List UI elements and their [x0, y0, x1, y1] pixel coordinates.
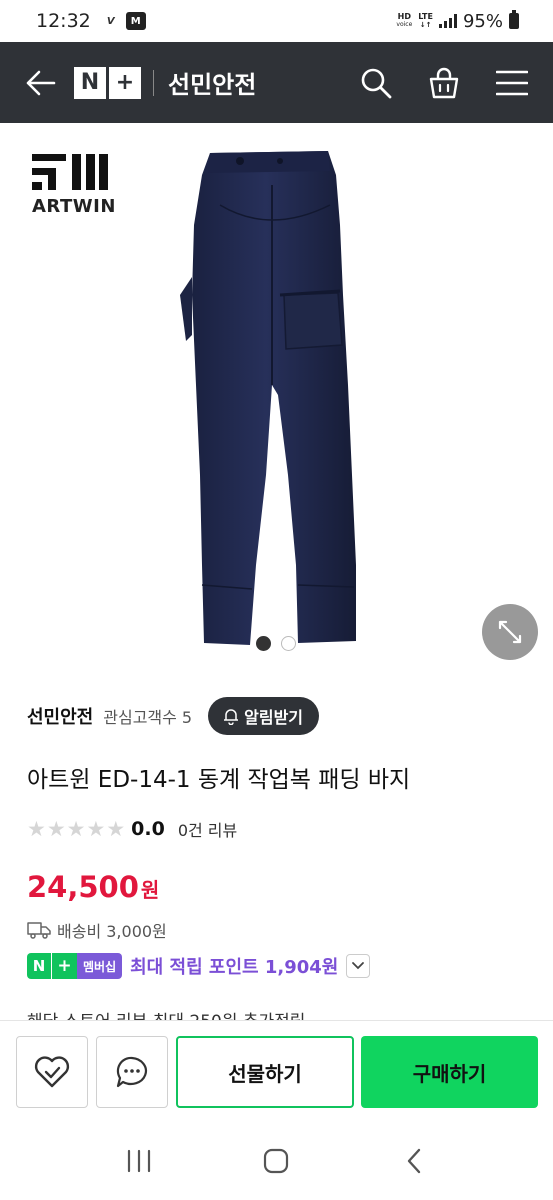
star-icon: ★	[66, 817, 86, 841]
signal-icon	[438, 14, 457, 28]
arrow-left-icon	[26, 70, 56, 95]
shipping-fee: 배송비 3,000원	[57, 922, 167, 941]
gift-button[interactable]: 선물하기	[176, 1036, 354, 1108]
header-divider	[153, 69, 154, 96]
app-notification-icon: V	[106, 15, 115, 27]
notify-button[interactable]: 알림받기	[208, 697, 320, 735]
star-icon: ★	[86, 817, 106, 841]
battery-percent: 95%	[462, 10, 503, 32]
carousel-dot-active[interactable]	[256, 636, 271, 651]
price-value: 24,500	[27, 870, 139, 904]
search-icon	[361, 68, 392, 98]
search-button[interactable]	[359, 66, 393, 100]
header-actions	[359, 66, 529, 100]
shopping-bag-icon	[429, 67, 459, 98]
rating-value: 0.0	[131, 818, 165, 840]
bell-plus-icon	[224, 709, 239, 725]
talk-chat-button[interactable]	[96, 1036, 168, 1108]
rating-row[interactable]: ★ ★ ★ ★ ★ 0.0 0건 리뷰	[27, 817, 237, 841]
zoom-button[interactable]	[482, 604, 538, 660]
system-navigation-bar	[0, 1122, 553, 1200]
shipping-info: 배송비 3,000원	[27, 918, 167, 942]
chat-bubble-icon	[116, 1056, 148, 1088]
expand-icon	[498, 620, 522, 644]
app-header: N + 선민안전	[0, 42, 553, 123]
truck-icon	[27, 922, 51, 939]
naver-plus-membership-badge: N + 멤버십	[27, 953, 123, 979]
chevron-down-icon	[352, 962, 365, 970]
logo-n: N	[74, 66, 106, 99]
store-title[interactable]: 선민안전	[168, 65, 256, 100]
membership-points: N + 멤버십 최대 적립 포인트 1,904원	[27, 953, 371, 979]
carousel-indicators	[256, 636, 296, 651]
interest-count: 관심고객수 5	[103, 708, 193, 727]
wishlist-button[interactable]	[16, 1036, 88, 1108]
artwin-logo-icon	[32, 154, 108, 190]
chevron-left-icon	[407, 1148, 421, 1174]
price: 24,500 원	[27, 870, 159, 904]
seller-name[interactable]: 선민안전	[27, 703, 93, 729]
artwin-brand-logo: ARTWIN	[32, 154, 116, 217]
mstock-notification-icon: M	[125, 12, 146, 30]
menu-button[interactable]	[495, 66, 529, 100]
max-points: 최대 적립 포인트 1,904원	[130, 957, 339, 978]
star-icon: ★	[46, 817, 66, 841]
carousel-dot[interactable]	[281, 636, 296, 651]
hd-voice-icon: HD voice	[396, 12, 413, 29]
buy-button[interactable]: 구매하기	[361, 1036, 538, 1108]
lte-icon: LTE ↓↑	[418, 12, 433, 30]
heart-check-icon	[34, 1056, 70, 1088]
star-icon: ★	[106, 817, 126, 841]
points-expand-button[interactable]	[346, 954, 371, 978]
home-button[interactable]	[251, 1136, 301, 1186]
system-back-button[interactable]	[389, 1136, 439, 1186]
product-title: 아트윈 ED-14-1 동계 작업복 패딩 바지	[27, 767, 411, 793]
logo-plus: +	[109, 66, 141, 99]
review-count[interactable]: 0건 리뷰	[178, 817, 237, 841]
recent-apps-icon	[127, 1149, 150, 1173]
status-app-icons: V M	[101, 12, 146, 30]
star-icon: ★	[27, 817, 46, 841]
product-image-carousel[interactable]: ARTWIN	[0, 123, 553, 671]
battery-icon	[509, 10, 519, 29]
recent-apps-button[interactable]	[114, 1136, 164, 1186]
seller-info: 선민안전 관심고객수 5 알림받기	[27, 697, 320, 735]
star-rating: ★ ★ ★ ★ ★	[27, 818, 125, 840]
notify-label: 알림받기	[244, 708, 304, 727]
padded-work-pants-image	[180, 151, 356, 645]
naver-plus-logo[interactable]: N +	[74, 66, 141, 99]
status-time: 12:32	[36, 10, 91, 32]
cart-button[interactable]	[427, 66, 461, 100]
back-button[interactable]	[24, 66, 58, 100]
price-unit: 원	[140, 878, 160, 902]
status-bar: 12:32 V M HD voice LTE ↓↑ 95%	[0, 0, 553, 42]
purchase-action-bar: 선물하기 구매하기	[0, 1020, 553, 1122]
brand-name: ARTWIN	[32, 196, 116, 217]
status-indicators: HD voice LTE ↓↑ 95%	[396, 10, 519, 32]
home-icon	[264, 1148, 289, 1174]
hamburger-menu-icon	[496, 70, 528, 95]
